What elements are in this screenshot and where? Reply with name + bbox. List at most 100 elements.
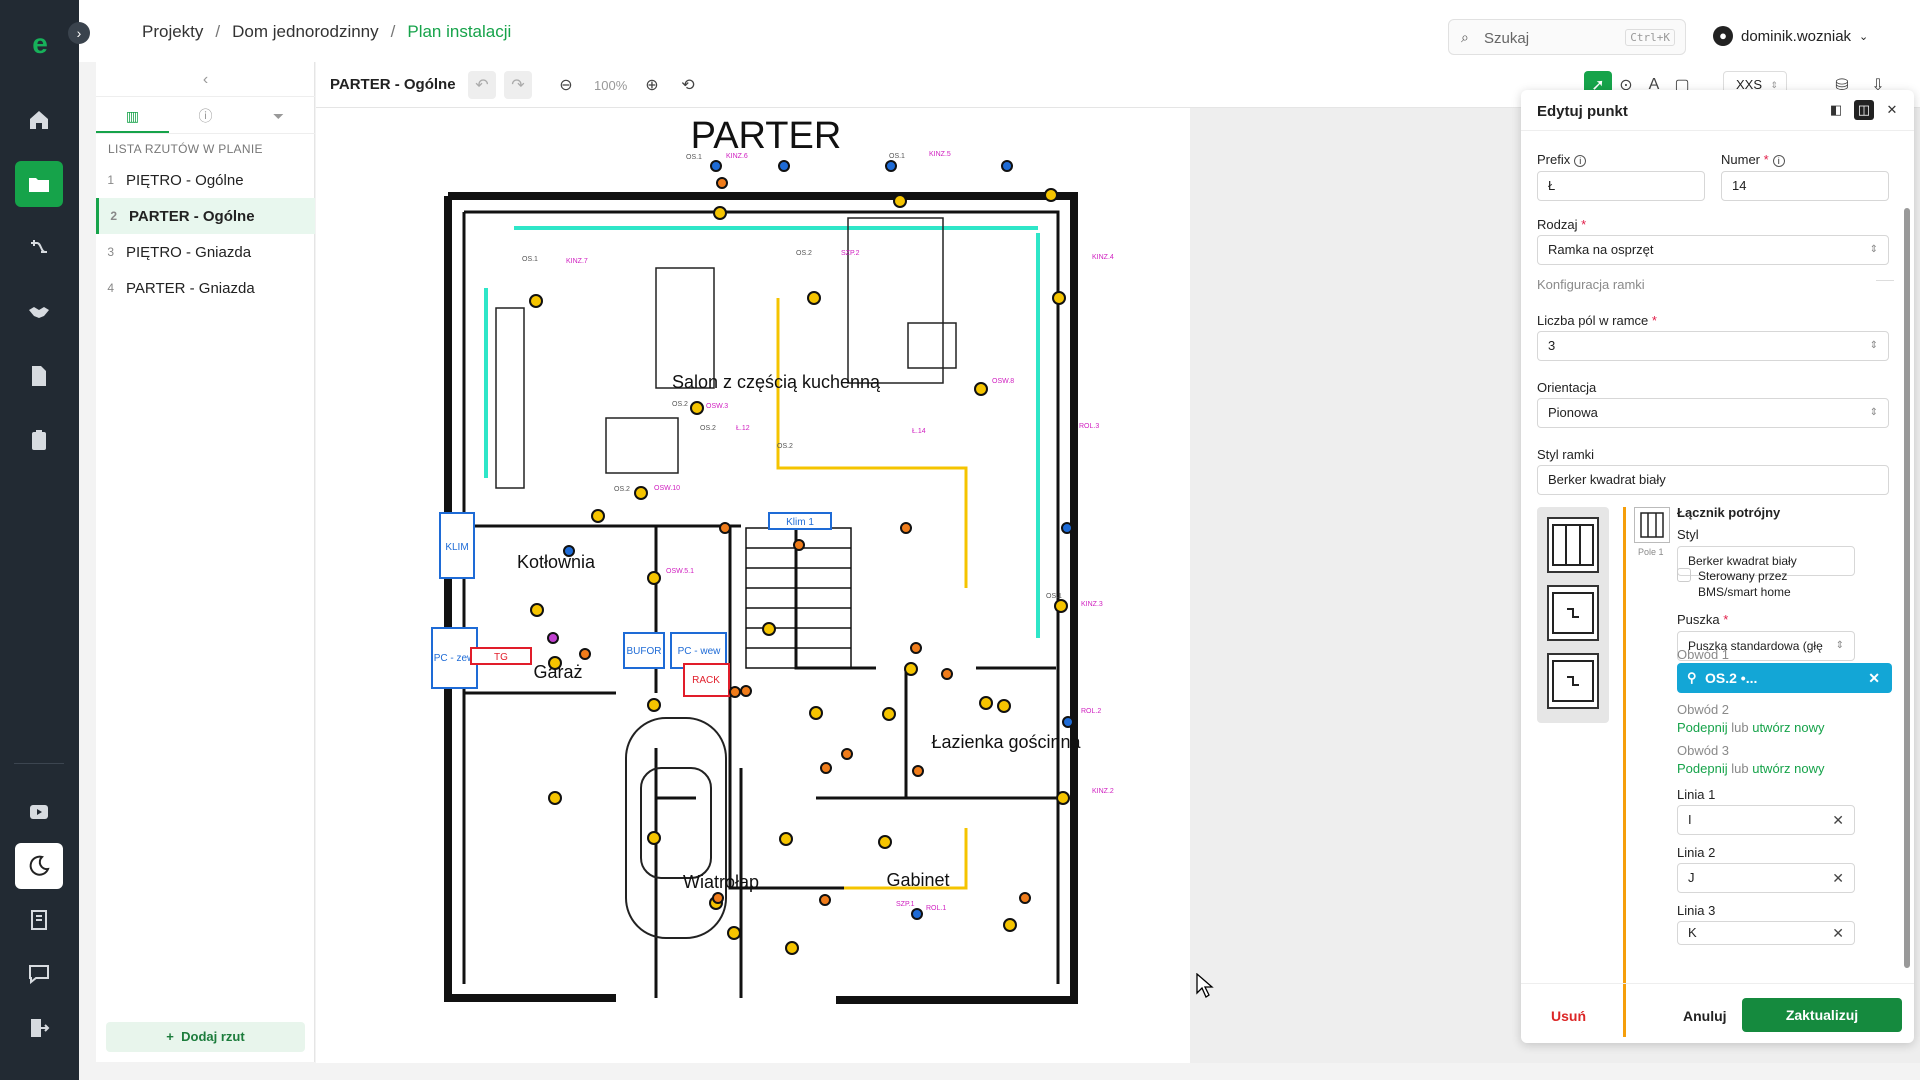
tab-filter-icon[interactable]: ⏷ [242, 98, 315, 133]
attach-link[interactable]: Podepnij [1677, 720, 1728, 735]
chat-icon[interactable] [15, 951, 63, 997]
item-number: 2 [110, 209, 117, 223]
equipment-label: KLIM [445, 542, 468, 553]
create-new-link[interactable]: utwórz nowy [1752, 720, 1824, 735]
user-menu[interactable]: ● dominik.wozniak ⌄ [1713, 26, 1868, 46]
line3-field[interactable]: K ✕ [1677, 921, 1855, 945]
attach-link[interactable]: Podepnij [1677, 761, 1728, 776]
fields-count-select[interactable]: 3 ⇕ [1537, 331, 1889, 361]
tab-info-icon[interactable]: ⓘ [169, 98, 242, 133]
projects-folder-icon[interactable] [15, 161, 63, 207]
dark-mode-icon[interactable] [15, 843, 63, 889]
svg-text:OSW.10: OSW.10 [654, 485, 680, 492]
svg-text:KINZ.2: KINZ.2 [1092, 788, 1114, 795]
panel-scrollbar[interactable] [1904, 198, 1910, 998]
zoom-in-icon[interactable]: ⊕ [638, 71, 666, 99]
connections-icon[interactable] [15, 225, 63, 271]
undo-icon[interactable]: ↶ [468, 71, 496, 99]
logout-icon[interactable] [15, 1005, 63, 1051]
chevron-down-icon: ⌄ [1859, 30, 1869, 43]
plan-list-item[interactable]: 4 PARTER - Gniazda [96, 270, 315, 306]
book-icon[interactable] [15, 897, 63, 943]
create-new-link[interactable]: utwórz nowy [1752, 761, 1824, 776]
select-arrows-icon: ⇕ [1835, 632, 1844, 660]
home-icon[interactable] [15, 97, 63, 143]
sidebar-toggle-icon[interactable]: › [68, 22, 90, 44]
orientation-select[interactable]: Pionowa ⇕ [1537, 398, 1889, 428]
cancel-button[interactable]: Anuluj [1683, 1008, 1727, 1024]
edit-point-panel: Edytuj punkt ◧ ◫ ✕ Prefix i Ł Numer * i 14… [1521, 90, 1914, 1043]
frame-module-2[interactable] [1547, 585, 1599, 641]
fields-count-value: 3 [1548, 338, 1556, 353]
frame-module-1[interactable] [1547, 517, 1599, 573]
clear-icon[interactable]: ✕ [1832, 922, 1844, 944]
panel-footer: Usuń Anuluj Zaktualizuj [1521, 983, 1914, 1043]
plan-list-item[interactable]: 3 PIĘTRO - Gniazda [96, 234, 315, 270]
search-input[interactable]: ⌕ Szukaj Ctrl+K [1448, 19, 1686, 55]
float-panel-icon[interactable]: ◫ [1854, 100, 1874, 120]
circuit1-chip[interactable]: ⚲ OS.2 •... ✕ [1677, 663, 1892, 693]
style-value: Berker kwadrat biały [1688, 554, 1797, 568]
bms-checkbox[interactable] [1677, 568, 1691, 582]
line2-field[interactable]: J ✕ [1677, 863, 1855, 893]
clear-icon[interactable]: ✕ [1832, 864, 1844, 892]
add-plan-button[interactable]: + Dodaj rzut [106, 1022, 305, 1052]
svg-text:ROL.3: ROL.3 [1079, 423, 1099, 430]
circuit3-actions: Podepnij lub utwórz nowy [1677, 761, 1824, 776]
room-label: Łazienka gościnna [931, 732, 1081, 752]
handshake-icon[interactable] [15, 289, 63, 335]
svg-text:OS.2: OS.2 [700, 425, 716, 432]
svg-text:Ł.12: Ł.12 [736, 425, 750, 432]
clear-icon[interactable]: ✕ [1832, 806, 1844, 834]
plan-title: PARTER [691, 115, 842, 157]
item-label: PIĘTRO - Ogólne [126, 171, 244, 189]
document-icon[interactable] [15, 353, 63, 399]
prefix-field[interactable]: Ł [1537, 171, 1705, 201]
remove-circuit-icon[interactable]: ✕ [1868, 663, 1880, 693]
add-plan-label: Dodaj rzut [181, 1029, 245, 1044]
avatar-icon: ● [1713, 26, 1733, 46]
svg-text:SZP.1: SZP.1 [896, 901, 915, 908]
line1-field[interactable]: I ✕ [1677, 805, 1855, 835]
type-select[interactable]: Ramka na osprzęt ⇕ [1537, 235, 1889, 265]
floor-plan-sheet[interactable]: PARTER KLIM BUFOR PC - wew PC - zew TG R… [316, 108, 1190, 1063]
breadcrumb-current: Plan instalacji [407, 22, 512, 41]
frame-preview [1537, 507, 1609, 723]
line2-label: Linia 2 [1677, 845, 1716, 860]
prefix-value: Ł [1548, 178, 1556, 193]
plan-list-item-active[interactable]: 2 PARTER - Ogólne [96, 198, 315, 234]
redo-icon[interactable]: ↷ [504, 71, 532, 99]
zoom-out-icon[interactable]: ⊖ [552, 71, 580, 99]
switch-title: Łącznik potrójny [1677, 505, 1781, 520]
svg-text:KINZ.7: KINZ.7 [566, 258, 588, 265]
close-icon[interactable]: ✕ [1882, 100, 1902, 120]
orientation-value: Pionowa [1548, 405, 1598, 420]
line3-value: K [1688, 925, 1697, 940]
video-icon[interactable] [15, 789, 63, 835]
svg-text:OS.2: OS.2 [777, 443, 793, 450]
clipboard-icon[interactable] [15, 417, 63, 463]
update-button[interactable]: Zaktualizuj [1742, 998, 1902, 1032]
delete-button[interactable]: Usuń [1551, 1008, 1586, 1024]
number-field[interactable]: 14 [1721, 171, 1889, 201]
equipment-label: BUFOR [627, 646, 662, 657]
floor-plan-drawing[interactable]: PARTER KLIM BUFOR PC - wew PC - zew TG R… [316, 108, 1190, 1063]
breadcrumb-projects[interactable]: Projekty [142, 22, 203, 42]
mouse-cursor-icon [1196, 973, 1214, 998]
frame-style-field[interactable]: Berker kwadrat biały [1537, 465, 1889, 495]
plan-list-item[interactable]: 1 PIĘTRO - Ogólne [96, 162, 315, 198]
svg-text:OSW.3: OSW.3 [706, 403, 728, 410]
item-label: PARTER - Gniazda [126, 279, 255, 297]
frame-module-3[interactable] [1547, 653, 1599, 709]
room-label: Gabinet [886, 870, 949, 890]
app-logo-icon[interactable]: e [26, 30, 54, 58]
tab-map-icon[interactable]: ▥ [96, 98, 169, 133]
item-number: 3 [107, 245, 114, 259]
select-arrows-icon: ⇕ [1869, 407, 1878, 418]
dock-left-icon[interactable]: ◧ [1826, 100, 1846, 120]
scrollbar-thumb[interactable] [1904, 208, 1910, 968]
line1-value: I [1688, 812, 1692, 827]
breadcrumb-house[interactable]: Dom jednorodzinny [232, 22, 378, 42]
collapse-panel-icon[interactable]: ‹ [96, 62, 315, 97]
zoom-reset-icon[interactable]: ⟲ [674, 71, 702, 99]
